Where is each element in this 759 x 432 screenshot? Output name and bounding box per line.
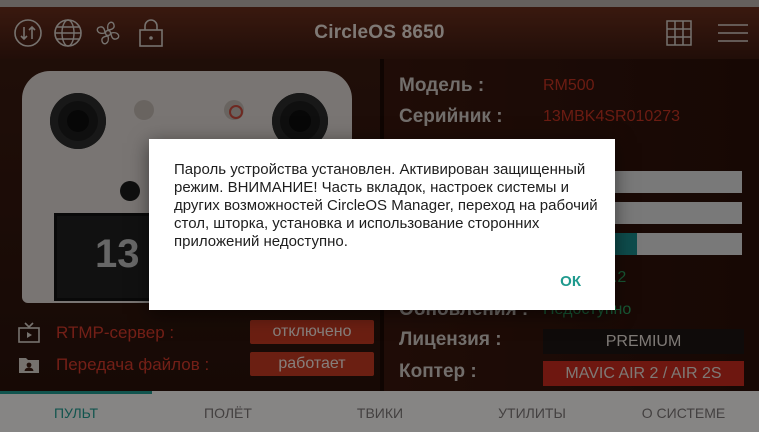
ok-button[interactable]: ОК <box>560 273 581 290</box>
alert-dialog: Пароль устройства установлен. Активирова… <box>149 139 615 310</box>
dialog-message: Пароль устройства установлен. Активирова… <box>174 161 598 250</box>
